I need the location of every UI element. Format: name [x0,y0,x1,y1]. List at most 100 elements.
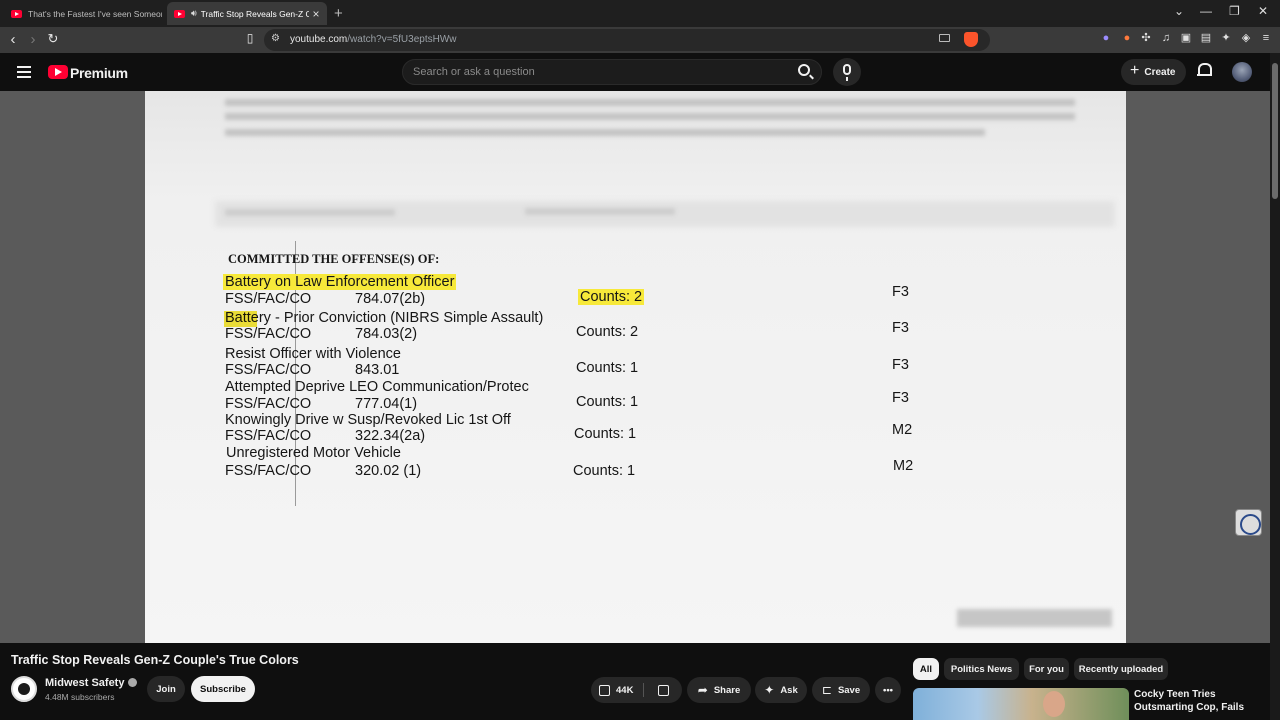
subscribe-button[interactable]: Subscribe [191,676,255,702]
browser-tab-active[interactable]: 🔊︎ Traffic Stop Reveals Gen-Z Co × [167,2,327,25]
extension-icon[interactable]: ● [1121,32,1133,44]
more-icon: ••• [883,684,893,696]
channel-avatar[interactable] [11,676,37,702]
cast-icon[interactable] [939,34,950,42]
offense-name: Battery on Law Enforcement Officer [223,274,457,290]
statute: 320.02 (1) [355,463,422,479]
code-label: FSS/FAC/CO [225,291,312,307]
dislike-button[interactable] [644,677,682,703]
create-label: Create [1144,66,1176,78]
like-button[interactable]: 44K [591,677,643,703]
tab-title: That's the Fastest I've seen Someone [28,8,162,19]
brave-shields-icon[interactable] [964,32,978,47]
counts: Counts: 1 [576,394,639,410]
browser-toolbar: ‹ › ↻ ▯ ⚙ youtube.com/watch?v=5fU3eptsHW… [0,27,1280,53]
bookmark-icon[interactable]: ▯ [242,31,258,45]
search-icon [798,64,810,76]
share-icon: ➦ [697,683,708,697]
join-button[interactable]: Join [147,676,185,702]
minimize-icon[interactable]: — [1200,4,1212,18]
notifications-bell-icon[interactable] [1197,63,1212,79]
share-button[interactable]: ➦ Share [687,677,751,703]
voice-search-button[interactable] [833,58,861,86]
degree: M2 [892,422,913,438]
tab-title: Traffic Stop Reveals Gen-Z Co [200,8,309,19]
restore-icon[interactable]: ❐ [1229,4,1240,18]
degree: F3 [892,284,909,300]
chip-for-you[interactable]: For you [1024,658,1069,680]
subscriber-count: 4.48M subscribers [45,692,115,702]
offense-name: Resist Officer with Violence [225,346,401,362]
browser-tab-strip: That's the Fastest I've seen Someone 🔊︎ … [0,0,1280,27]
video-frame-document: COMMITTED THE OFFENSE(S) OF: Battery on … [145,91,1126,643]
chip-recently-uploaded[interactable]: Recently uploaded [1074,658,1168,680]
youtube-favicon-icon [11,9,22,18]
premium-logo-text[interactable]: Premium [70,65,128,81]
channel-watermark-icon[interactable] [1235,509,1262,536]
thumbs-up-icon [599,684,610,696]
address-bar[interactable]: ⚙ youtube.com/watch?v=5fU3eptsHWw [264,29,990,51]
video-player[interactable]: COMMITTED THE OFFENSE(S) OF: Battery on … [0,91,1270,643]
bookmark-save-icon: ⊏ [821,683,832,697]
statute: 322.34(2a) [355,428,426,444]
site-info-icon[interactable]: ⚙ [271,33,280,44]
extensions-puzzle-icon[interactable]: ✣ [1140,32,1152,44]
wallet-icon[interactable]: ▤ [1200,32,1212,44]
like-dislike-group: 44K [591,677,682,703]
vpn-icon[interactable]: ◈ [1240,32,1252,44]
account-avatar[interactable] [1232,62,1252,82]
like-count: 44K [616,684,634,696]
offense-name: Battery - Prior Conviction (NIBRS Simple… [225,310,544,326]
url-text[interactable]: youtube.com/watch?v=5fU3eptsHWw [290,34,456,45]
statute: 784.07(2b) [355,291,426,307]
search-box [402,59,822,85]
recommended-video-title[interactable]: Cocky Teen Tries Outsmarting Cop, Fails [1134,688,1264,720]
browser-tab[interactable]: That's the Fastest I've seen Someone [4,2,162,25]
thumbs-down-icon [657,684,669,696]
ask-button[interactable]: ✦ Ask [755,677,807,703]
close-window-icon[interactable]: ✕ [1258,4,1268,18]
statute: 843.01 [355,362,400,378]
search-input[interactable] [413,64,773,80]
music-icon[interactable]: ♫ [1160,32,1172,44]
more-actions-button[interactable]: ••• [875,677,901,703]
partial-highlight [224,311,257,327]
guide-menu-icon[interactable] [17,66,31,78]
microphone-icon [843,64,851,81]
degree: F3 [892,320,909,336]
new-tab-icon[interactable]: + [334,5,343,22]
counts: Counts: 1 [573,463,636,479]
counts: Counts: 1 [574,426,637,442]
sidebar-icon[interactable]: ▣ [1180,32,1192,44]
extension-icon[interactable]: ● [1100,32,1112,44]
offense-name: Knowingly Drive w Susp/Revoked Lic 1st O… [225,412,511,428]
search-button[interactable] [793,61,817,83]
menu-icon[interactable]: ≡ [1260,32,1272,44]
page-scrollbar[interactable] [1270,53,1280,720]
counts: Counts: 1 [576,360,639,376]
statute: 777.04(1) [355,396,418,412]
reload-icon[interactable]: ↻ [45,31,61,47]
counts: Counts: 2 [576,324,639,340]
counts: Counts: 2 [578,289,645,305]
youtube-logo-icon[interactable] [48,65,68,79]
save-button[interactable]: ⊏ Save [812,677,870,703]
video-title: Traffic Stop Reveals Gen-Z Couple's True… [11,653,299,667]
speaker-icon[interactable]: 🔊︎ [191,8,197,19]
degree: M2 [893,458,914,474]
chip-politics-news[interactable]: Politics News [944,658,1019,680]
back-icon[interactable]: ‹ [5,31,21,48]
channel-name[interactable]: Midwest Safety [45,677,138,689]
forward-icon[interactable]: › [25,31,41,48]
scrollbar-thumb[interactable] [1272,63,1278,199]
code-label: FSS/FAC/CO [225,326,312,342]
code-label: FSS/FAC/CO [225,463,312,479]
verified-badge-icon [128,678,138,687]
create-button[interactable]: + Create [1121,59,1186,85]
close-tab-icon[interactable]: × [309,7,323,21]
recommended-video-thumbnail[interactable] [913,688,1129,720]
tab-search-chevron-icon[interactable]: ⌄ [1174,4,1184,18]
code-label: FSS/FAC/CO [225,428,312,444]
chip-all[interactable]: All [913,658,939,680]
leo-ai-icon[interactable]: ✦ [1220,32,1232,44]
